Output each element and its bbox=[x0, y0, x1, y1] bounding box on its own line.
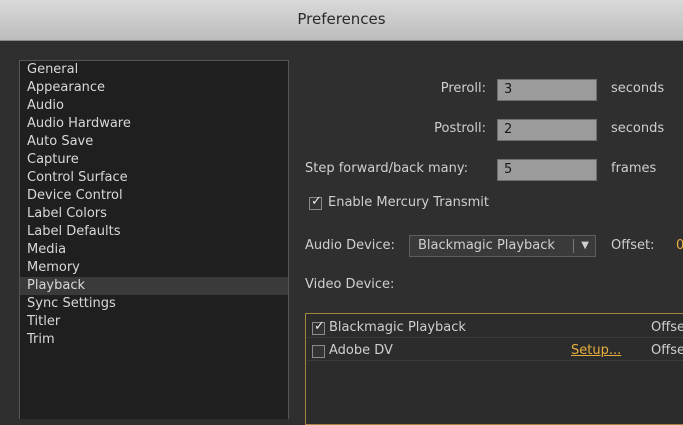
sidebar-item-capture[interactable]: Capture bbox=[20, 151, 288, 169]
audio-device-value: Blackmagic Playback bbox=[418, 238, 555, 253]
video-device-adobe-dv-offset: Offse bbox=[651, 343, 683, 358]
video-device-blackmagic-label: Blackmagic Playback bbox=[329, 320, 466, 335]
preroll-label: Preroll: bbox=[440, 81, 486, 96]
postroll-label: Postroll: bbox=[434, 121, 486, 136]
sidebar-item-media[interactable]: Media bbox=[20, 241, 288, 259]
step-unit: frames bbox=[611, 161, 657, 176]
preroll-unit: seconds bbox=[611, 81, 665, 96]
preferences-category-list[interactable]: General Appearance Audio Audio Hardware … bbox=[19, 60, 289, 419]
postroll-unit: seconds bbox=[611, 121, 665, 136]
blackmagic-playback-checkbox[interactable]: ✓ bbox=[312, 319, 325, 335]
video-device-blackmagic-offset: Offse bbox=[651, 320, 683, 335]
checkmark-icon: ✓ bbox=[311, 194, 322, 209]
video-device-label: Video Device: bbox=[305, 277, 395, 292]
postroll-input[interactable]: 2 bbox=[497, 119, 597, 141]
row-separator bbox=[307, 360, 683, 361]
preferences-body: General Appearance Audio Audio Hardware … bbox=[0, 41, 683, 425]
audio-offset-value[interactable]: 0 bbox=[676, 238, 683, 253]
preroll-input[interactable]: 3 bbox=[497, 79, 597, 101]
sidebar-item-titler[interactable]: Titler bbox=[20, 313, 288, 331]
video-device-adobe-dv-label: Adobe DV bbox=[329, 343, 393, 358]
sidebar-item-device-control[interactable]: Device Control bbox=[20, 187, 288, 205]
sidebar-item-appearance[interactable]: Appearance bbox=[20, 79, 288, 97]
audio-device-label: Audio Device: bbox=[305, 238, 395, 253]
mercury-transmit-checkbox[interactable]: ✓ bbox=[309, 194, 322, 210]
sidebar-item-audio[interactable]: Audio bbox=[20, 97, 288, 115]
step-label: Step forward/back many: bbox=[305, 161, 468, 176]
step-input[interactable]: 5 bbox=[497, 159, 597, 181]
window-title: Preferences bbox=[297, 10, 386, 28]
audio-device-select[interactable]: Blackmagic Playback ▼ bbox=[409, 235, 596, 257]
sidebar-item-sync-settings[interactable]: Sync Settings bbox=[20, 295, 288, 313]
sidebar-item-playback[interactable]: Playback bbox=[20, 277, 288, 295]
sidebar-item-memory[interactable]: Memory bbox=[20, 259, 288, 277]
sidebar-item-auto-save[interactable]: Auto Save bbox=[20, 133, 288, 151]
checkmark-icon: ✓ bbox=[314, 319, 325, 334]
adobe-dv-checkbox[interactable] bbox=[312, 345, 325, 358]
sidebar-item-control-surface[interactable]: Control Surface bbox=[20, 169, 288, 187]
sidebar-item-label-colors[interactable]: Label Colors bbox=[20, 205, 288, 223]
sidebar-item-general[interactable]: General bbox=[20, 61, 288, 79]
audio-offset-label: Offset: bbox=[611, 238, 655, 253]
sidebar-item-label-defaults[interactable]: Label Defaults bbox=[20, 223, 288, 241]
adobe-dv-setup-link[interactable]: Setup... bbox=[571, 343, 621, 358]
sidebar-item-audio-hardware[interactable]: Audio Hardware bbox=[20, 115, 288, 133]
select-divider bbox=[573, 239, 574, 253]
title-bar: Preferences bbox=[0, 0, 683, 41]
mercury-transmit-label: Enable Mercury Transmit bbox=[328, 195, 489, 210]
row-separator bbox=[307, 337, 683, 338]
sidebar-item-trim[interactable]: Trim bbox=[20, 331, 288, 349]
chevron-down-icon: ▼ bbox=[581, 240, 589, 251]
